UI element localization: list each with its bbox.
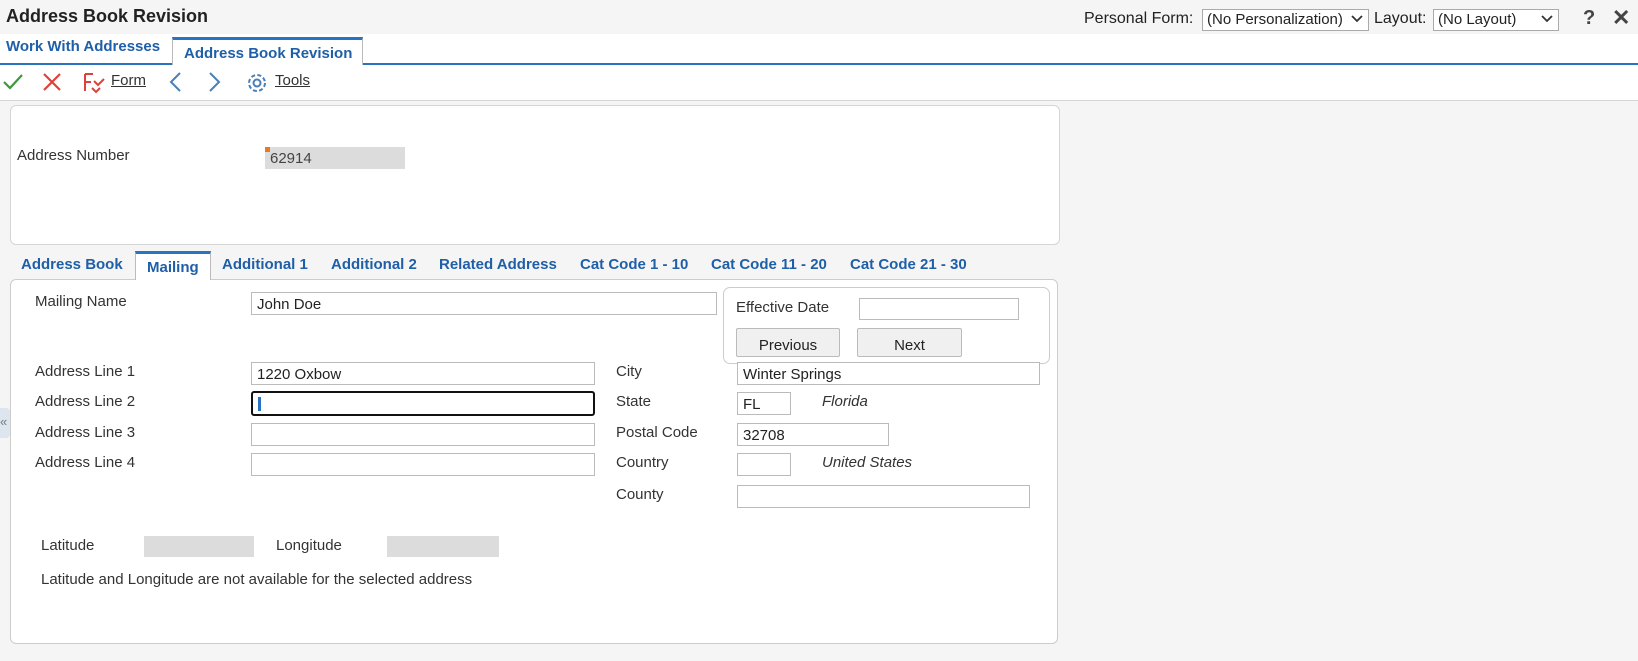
- address-number-value: 62914: [270, 150, 312, 167]
- mailing-name-label: Mailing Name: [35, 293, 127, 310]
- address-line-1-label: Address Line 1: [35, 363, 136, 380]
- toolbar: Form Tools: [0, 65, 1638, 101]
- previous-arrow-icon[interactable]: [166, 71, 186, 93]
- next-button[interactable]: Next: [857, 328, 962, 357]
- latitude-label: Latitude: [41, 537, 95, 554]
- window-title: Address Book Revision: [6, 6, 209, 26]
- next-arrow-icon[interactable]: [204, 71, 224, 93]
- city-label: City: [616, 363, 642, 380]
- help-icon[interactable]: ?: [1583, 7, 1595, 30]
- mailing-name-input[interactable]: John Doe: [251, 292, 717, 315]
- address-line-2-label: Address Line 2: [35, 393, 136, 410]
- personal-form-select[interactable]: (No Personalization): [1202, 9, 1369, 31]
- address-line-3-input[interactable]: [251, 423, 595, 446]
- address-number-field: 62914: [265, 147, 405, 169]
- city-input[interactable]: Winter Springs: [737, 362, 1040, 385]
- county-input[interactable]: [737, 485, 1030, 508]
- effective-date-group: Effective Date Previous Next: [723, 287, 1050, 364]
- postal-code-input[interactable]: 32708: [737, 423, 889, 446]
- tab-address-book[interactable]: Address Book: [21, 256, 123, 273]
- gear-icon[interactable]: [245, 71, 269, 95]
- header-panel: Address Number 62914: [10, 105, 1060, 245]
- form-tab-bar: Address Book Mailing Additional 1 Additi…: [0, 250, 1060, 280]
- tab-cat-code-1-10[interactable]: Cat Code 1 - 10: [580, 256, 688, 273]
- personal-form-label: Personal Form:: [1084, 10, 1194, 27]
- state-label: State: [616, 393, 652, 410]
- postal-code-label: Postal Code: [616, 424, 698, 441]
- tab-cat-code-11-20[interactable]: Cat Code 11 - 20: [711, 256, 827, 273]
- address-line-4-input[interactable]: [251, 453, 595, 476]
- layout-select[interactable]: (No Layout): [1433, 9, 1559, 31]
- tab-related-address[interactable]: Related Address: [439, 256, 557, 273]
- previous-button[interactable]: Previous: [736, 328, 840, 357]
- tab-additional-1[interactable]: Additional 1: [222, 256, 308, 273]
- tools-menu-label: Tools: [275, 72, 311, 89]
- ok-checkmark-icon[interactable]: [2, 71, 24, 93]
- longitude-field: [387, 536, 499, 557]
- layout-value: (No Layout): [1438, 11, 1517, 28]
- text-caret: [258, 397, 261, 411]
- latitude-field: [144, 536, 254, 557]
- cancel-x-icon[interactable]: [42, 72, 62, 92]
- country-label: Country: [616, 454, 669, 471]
- personal-form-value: (No Personalization): [1207, 11, 1343, 28]
- layout-label: Layout:: [1374, 10, 1427, 27]
- address-line-2-input[interactable]: [251, 391, 595, 416]
- tab-mailing[interactable]: Mailing: [135, 251, 211, 280]
- address-line-1-input[interactable]: 1220 Oxbow: [251, 362, 595, 385]
- form-menu-label: Form: [111, 72, 146, 89]
- tab-additional-2[interactable]: Additional 2: [331, 256, 417, 273]
- country-input[interactable]: [737, 453, 791, 476]
- form-menu-icon[interactable]: [82, 71, 106, 95]
- address-line-4-label: Address Line 4: [35, 454, 136, 471]
- effective-date-label: Effective Date: [736, 299, 830, 316]
- state-input[interactable]: FL: [737, 392, 791, 415]
- collapse-panel-handle[interactable]: «: [0, 408, 10, 438]
- chevron-down-icon: [1541, 12, 1553, 30]
- title-bar: Address Book Revision Personal Form: (No…: [0, 0, 1638, 34]
- tab-address-book-revision[interactable]: Address Book Revision: [172, 37, 364, 65]
- tab-work-with-addresses[interactable]: Work With Addresses: [6, 38, 160, 55]
- country-description: United States: [822, 454, 913, 471]
- state-description: Florida: [822, 393, 868, 410]
- app-tab-bar: Work With Addresses Address Book Revisio…: [0, 34, 1638, 65]
- tab-cat-code-21-30[interactable]: Cat Code 21 - 30: [850, 256, 967, 273]
- effective-date-input[interactable]: [859, 298, 1019, 320]
- chevron-down-icon: [1351, 12, 1363, 30]
- longitude-label: Longitude: [276, 537, 342, 554]
- county-label: County: [616, 486, 664, 503]
- required-indicator: [265, 147, 270, 152]
- close-icon[interactable]: ✕: [1612, 5, 1630, 31]
- lat-long-note: Latitude and Longitude are not available…: [41, 571, 473, 588]
- tools-menu-button[interactable]: Tools: [275, 72, 310, 89]
- address-line-3-label: Address Line 3: [35, 424, 136, 441]
- form-menu-button[interactable]: Form: [111, 72, 146, 89]
- address-number-label: Address Number: [17, 147, 130, 164]
